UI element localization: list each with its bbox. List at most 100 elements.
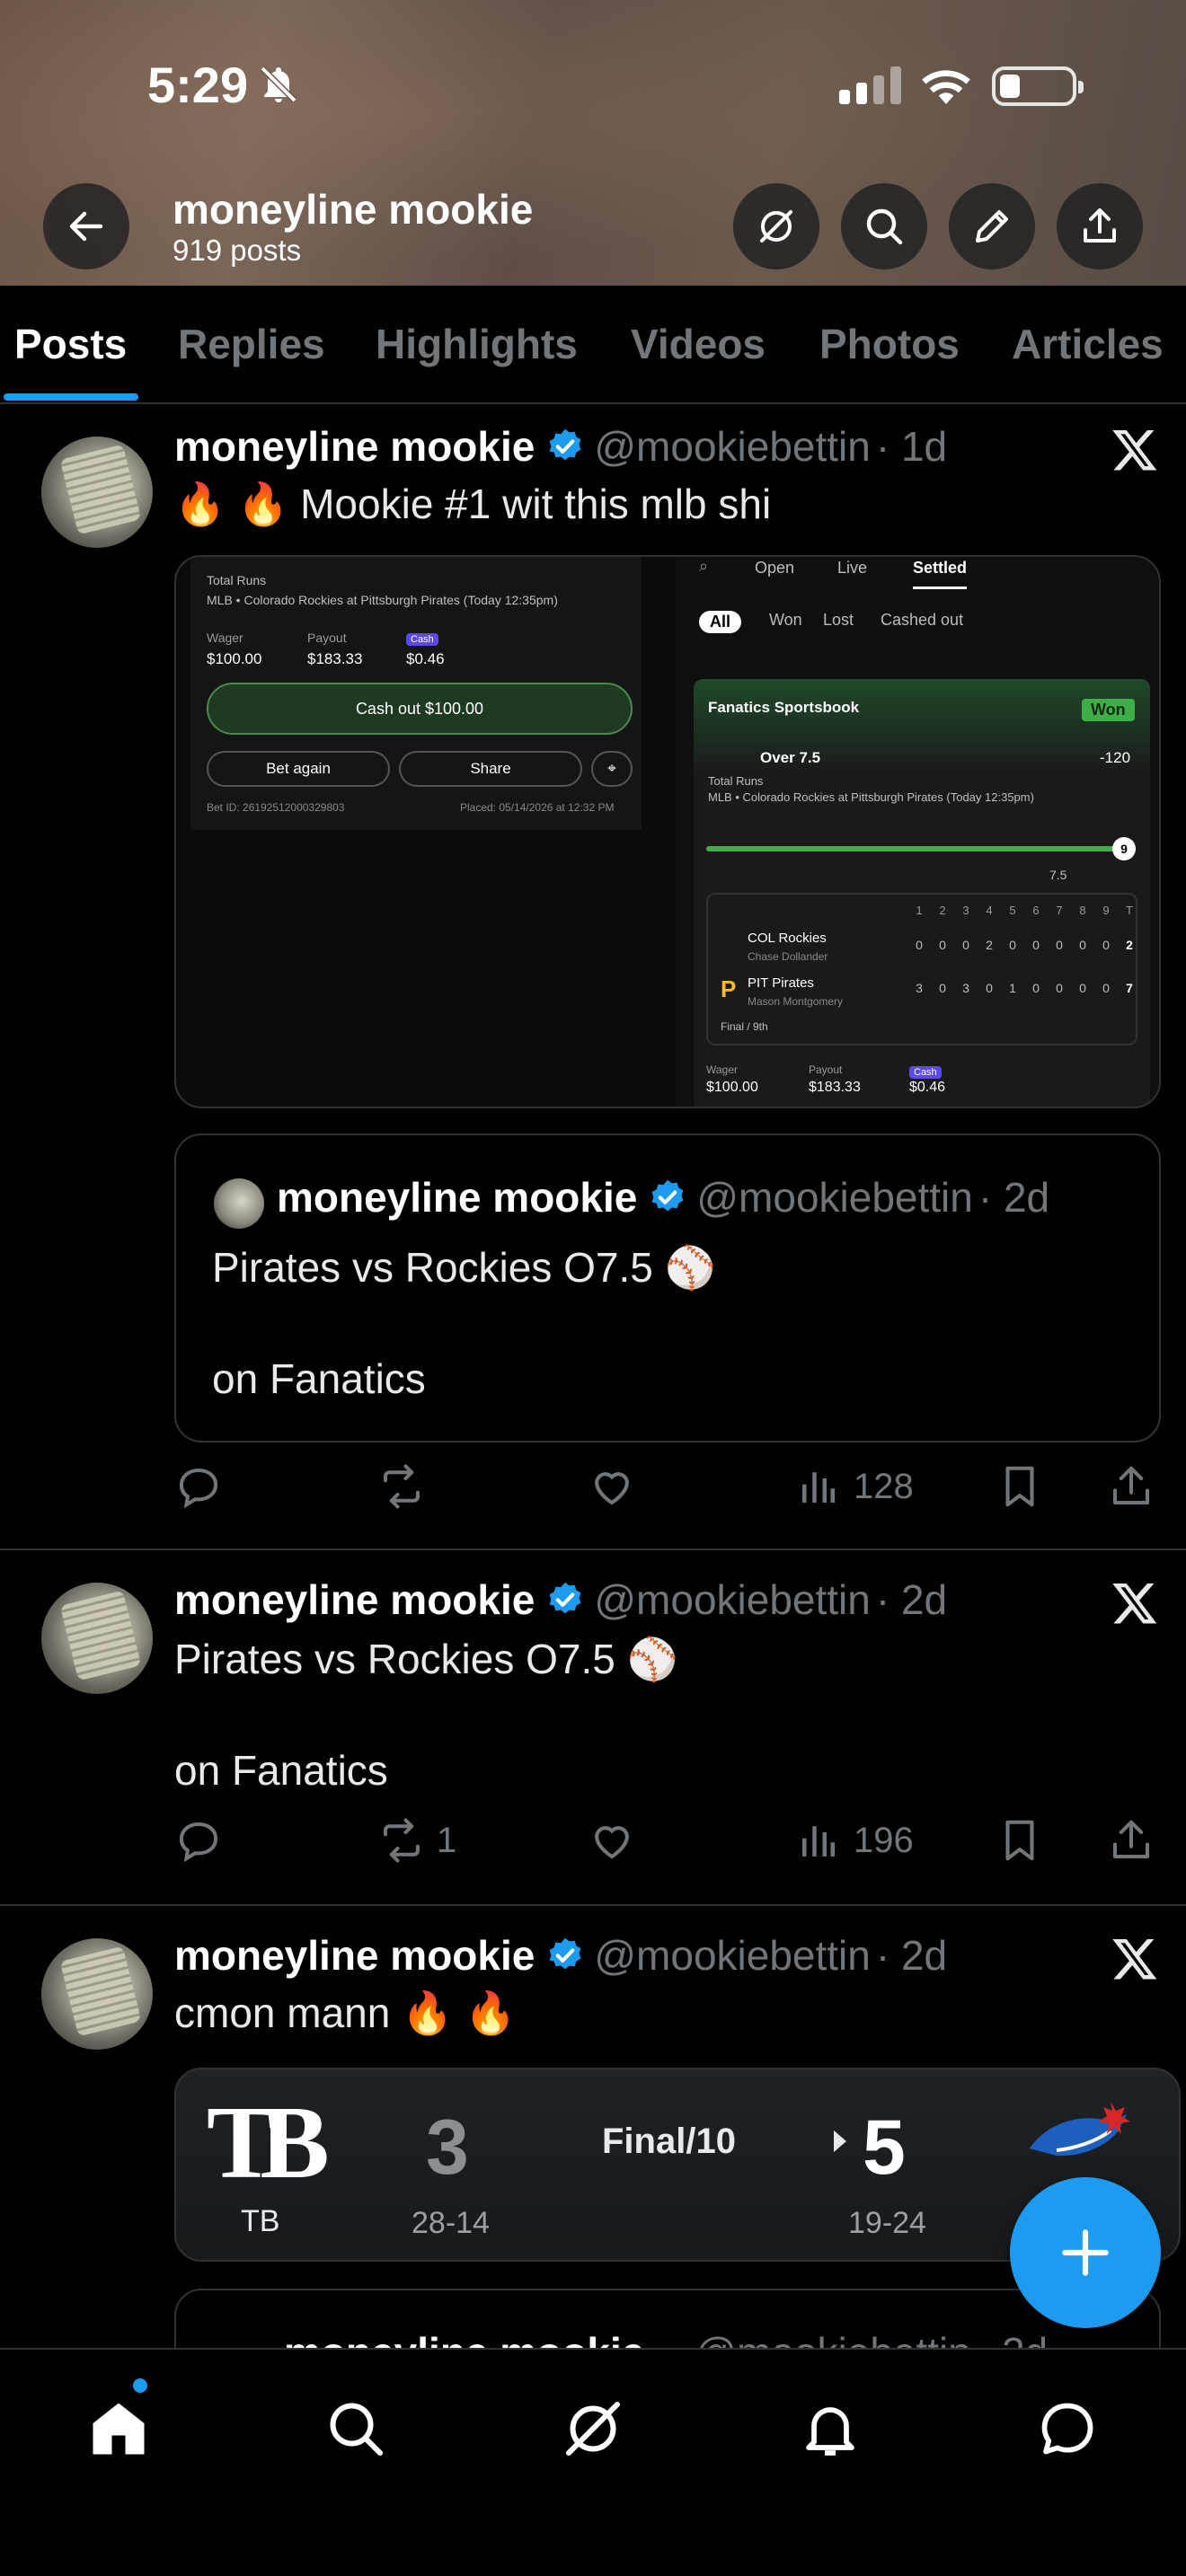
author-name[interactable]: moneyline mookie bbox=[174, 1931, 535, 1980]
linescore-cell: 2 bbox=[986, 938, 993, 952]
share-profile-button[interactable] bbox=[1057, 183, 1143, 269]
avatar[interactable] bbox=[41, 1938, 153, 2050]
post-actions: 1 196 bbox=[174, 1816, 1163, 1870]
linescore-cell: 1 bbox=[1009, 981, 1016, 995]
reply-button[interactable] bbox=[174, 1816, 223, 1865]
like-button[interactable] bbox=[588, 1462, 636, 1511]
slip-game: MLB • Colorado Rockies at Pittsburgh Pir… bbox=[207, 593, 558, 607]
linescore-cell: 2 bbox=[1126, 938, 1133, 952]
linescore-cell: 0 bbox=[1032, 938, 1040, 952]
verified-icon bbox=[651, 1179, 684, 1212]
active-tab-indicator bbox=[4, 393, 138, 401]
linescore-cell: 0 bbox=[1009, 938, 1016, 952]
slip-tab-open: Open bbox=[755, 559, 795, 577]
linescore-cell: 7 bbox=[1126, 981, 1133, 995]
reply-icon bbox=[179, 1822, 218, 1863]
tab-videos[interactable]: Videos bbox=[631, 320, 766, 368]
share-icon bbox=[1112, 1466, 1150, 1505]
linescore-cell: 0 bbox=[1056, 938, 1063, 952]
slip-tab-live: Live bbox=[837, 559, 868, 577]
card-cash-tag: Cash bbox=[909, 1066, 942, 1079]
slip-payout: $183.33 bbox=[307, 650, 363, 667]
post-media-image[interactable]: Total Runs MLB • Colorado Rockies at Pit… bbox=[174, 555, 1161, 1108]
team2-linescore: 3 0 3 0 1 0 0 0 0 7 bbox=[907, 981, 1141, 995]
tab-articles[interactable]: Articles bbox=[1012, 320, 1164, 368]
search-icon[interactable] bbox=[323, 2396, 388, 2461]
bookmark-button[interactable] bbox=[996, 1816, 1044, 1865]
card-payout-label: Payout bbox=[809, 1063, 843, 1076]
messages-icon[interactable] bbox=[1035, 2396, 1100, 2461]
compose-button[interactable] bbox=[1010, 2177, 1161, 2328]
linescore-cell: 1 bbox=[916, 904, 923, 917]
bottom-navigation bbox=[0, 2348, 1186, 2576]
profile-header: 5:29 moneyline mookie 919 posts bbox=[0, 0, 1186, 286]
linescore-cell: 0 bbox=[962, 938, 969, 952]
bookmark-button[interactable] bbox=[996, 1462, 1044, 1511]
bookmark-icon bbox=[1005, 1466, 1034, 1507]
linescore-cell: 0 bbox=[1032, 981, 1040, 995]
tab-highlights[interactable]: Highlights bbox=[376, 320, 578, 368]
search-button[interactable] bbox=[841, 183, 927, 269]
avatar[interactable] bbox=[41, 437, 153, 548]
notifications-icon[interactable] bbox=[798, 2396, 863, 2461]
quoted-post-time: · 2d bbox=[978, 1174, 1050, 1221]
slip-bet-id: Bet ID: 26192512000329803 bbox=[207, 801, 345, 814]
tab-photos[interactable]: Photos bbox=[819, 320, 960, 368]
home-icon[interactable] bbox=[86, 2396, 151, 2461]
quoted-author-handle: @mookiebettin bbox=[696, 1174, 973, 1221]
filter-lost: Lost bbox=[823, 611, 854, 629]
share-post-button[interactable] bbox=[1107, 1462, 1155, 1511]
share-post-button[interactable] bbox=[1107, 1816, 1155, 1865]
quoted-author-name: moneyline mookie bbox=[277, 1174, 638, 1221]
bet-progress-bar bbox=[706, 846, 1128, 851]
views-button[interactable]: 128 bbox=[794, 1462, 914, 1511]
post[interactable]: moneyline mookie @mookiebettin · 1d 🔥 🔥 … bbox=[0, 404, 1186, 1550]
author-handle[interactable]: @mookiebettin bbox=[594, 422, 871, 471]
pirates-logo-icon: P bbox=[721, 975, 737, 1002]
views-button[interactable]: 196 bbox=[794, 1816, 914, 1865]
repost-button[interactable]: 1 bbox=[377, 1816, 456, 1865]
author-handle[interactable]: @mookiebettin bbox=[594, 1575, 871, 1624]
reply-button[interactable] bbox=[174, 1462, 223, 1511]
linescore-cell: 0 bbox=[1102, 938, 1110, 952]
author-handle[interactable]: @mookiebettin bbox=[594, 1931, 871, 1980]
grok-button[interactable] bbox=[733, 183, 819, 269]
filter-cashed-out: Cashed out bbox=[881, 611, 964, 629]
home-score: 5 bbox=[863, 2104, 906, 2191]
team2-name: PIT Pirates bbox=[748, 975, 814, 991]
quoted-text-line2: on Fanatics bbox=[212, 1355, 426, 1402]
post-text-line2: on Fanatics bbox=[174, 1747, 388, 1794]
tab-replies[interactable]: Replies bbox=[178, 320, 325, 368]
post[interactable]: moneyline mookie @mookiebettin · 2d Pira… bbox=[0, 1550, 1186, 1906]
slip-market: Total Runs bbox=[207, 573, 267, 587]
linescore-cell: 4 bbox=[986, 904, 993, 917]
grok-icon bbox=[760, 210, 792, 243]
linescore-cell: 3 bbox=[962, 981, 969, 995]
linescore-cell: 5 bbox=[1009, 904, 1016, 917]
x-logo-icon[interactable] bbox=[1111, 1935, 1159, 1983]
bet-slip-left: Total Runs MLB • Colorado Rockies at Pit… bbox=[190, 557, 642, 830]
quoted-post[interactable]: moneyline mookie @mookiebettin · 2d Pira… bbox=[174, 1134, 1161, 1442]
repost-button[interactable] bbox=[377, 1462, 426, 1511]
back-button[interactable] bbox=[43, 183, 129, 269]
tab-posts[interactable]: Posts bbox=[14, 320, 127, 368]
share-icon bbox=[1084, 208, 1116, 243]
linescore-cell: 0 bbox=[1102, 981, 1110, 995]
like-button[interactable] bbox=[588, 1816, 636, 1865]
grok-icon[interactable] bbox=[561, 2396, 625, 2461]
post-text: cmon mann 🔥 🔥 bbox=[174, 1989, 517, 2036]
author-name[interactable]: moneyline mookie bbox=[174, 1575, 535, 1624]
post-author-line: moneyline mookie @mookiebettin · 1d bbox=[174, 422, 947, 471]
profile-tabs: Posts Replies Highlights Videos Photos A… bbox=[0, 286, 1186, 404]
pin-icon: ⌖ bbox=[591, 751, 633, 787]
team1-name: COL Rockies bbox=[748, 931, 827, 946]
views-icon bbox=[802, 1472, 835, 1503]
edit-button[interactable] bbox=[949, 183, 1035, 269]
x-logo-icon[interactable] bbox=[1111, 426, 1159, 474]
bet-slip-right: ⌕ Open Live Settled All Won Lost Cashed … bbox=[676, 557, 1159, 1107]
bet-odds: -120 bbox=[1100, 749, 1131, 766]
repost-count: 1 bbox=[437, 1820, 457, 1860]
avatar[interactable] bbox=[41, 1583, 153, 1694]
author-name[interactable]: moneyline mookie bbox=[174, 422, 535, 471]
x-logo-icon[interactable] bbox=[1111, 1579, 1159, 1628]
